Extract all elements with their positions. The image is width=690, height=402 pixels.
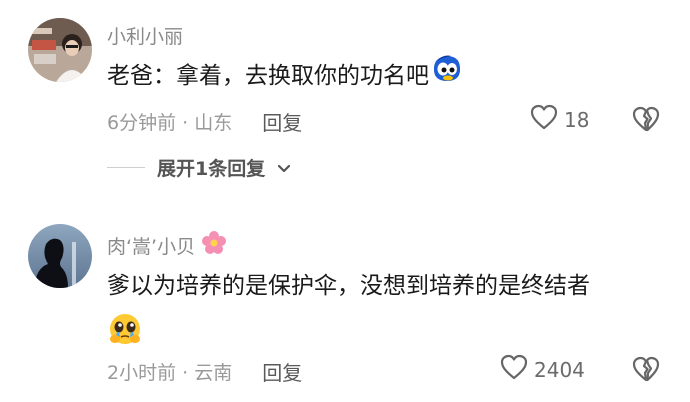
broken-heart-icon <box>632 106 660 136</box>
heart-outline-icon <box>530 104 558 135</box>
dislike-button[interactable] <box>632 106 660 136</box>
like-count: 18 <box>564 107 590 132</box>
time-location: 6分钟前 · 山东 <box>107 112 233 134</box>
comment-username[interactable]: 小利小丽 <box>107 22 183 49</box>
reply-button[interactable]: 回复 <box>262 107 302 136</box>
like-count: 2404 <box>534 357 585 382</box>
like-button[interactable]: 2404 <box>500 354 585 385</box>
comment-item: 小利小丽 老爸：拿着，去换取你的功名吧 6分钟前 · 山东 回复 18 展开1条… <box>0 0 690 200</box>
expand-replies-label: 展开1条回复 <box>157 158 266 180</box>
time-location: 2小时前 · 云南 <box>107 362 233 384</box>
dislike-button[interactable] <box>632 356 660 386</box>
pink-flower-icon <box>201 230 227 261</box>
avatar[interactable] <box>28 18 92 82</box>
broken-heart-icon <box>632 356 660 386</box>
chevron-down-icon <box>277 157 291 179</box>
expand-replies-button[interactable]: 展开1条回复 <box>107 154 291 181</box>
like-button[interactable]: 18 <box>530 104 589 135</box>
comment-text: 爹以为培养的是保护伞，没想到培养的是终结者 <box>107 264 590 352</box>
reply-button[interactable]: 回复 <box>262 357 302 386</box>
comment-username[interactable]: 肉‘嵩’小贝 <box>107 230 227 261</box>
pleading-tearful-emoji-icon <box>107 312 143 361</box>
comment-item: 肉‘嵩’小贝 爹以为培养的是保护伞，没想到培养的是终结者 2小时前 · 云南 回… <box>0 200 690 402</box>
comment-text-content: 爹以为培养的是保护伞，没想到培养的是终结者 <box>107 273 590 299</box>
comment-emoji-line <box>107 308 590 352</box>
comment-text-content: 老爸：拿着，去换取你的功名吧 <box>107 62 429 89</box>
comment-meta: 2小时前 · 云南 回复 <box>107 357 302 386</box>
comment-meta: 6分钟前 · 山东 回复 <box>107 107 302 136</box>
comment-text: 老爸：拿着，去换取你的功名吧 <box>107 53 463 98</box>
avatar[interactable] <box>28 224 92 288</box>
heart-outline-icon <box>500 354 528 385</box>
username-label: 肉‘嵩’小贝 <box>107 236 196 258</box>
username-label: 小利小丽 <box>107 26 184 48</box>
divider-line <box>107 167 145 168</box>
blue-crying-emoji-icon <box>431 53 463 98</box>
